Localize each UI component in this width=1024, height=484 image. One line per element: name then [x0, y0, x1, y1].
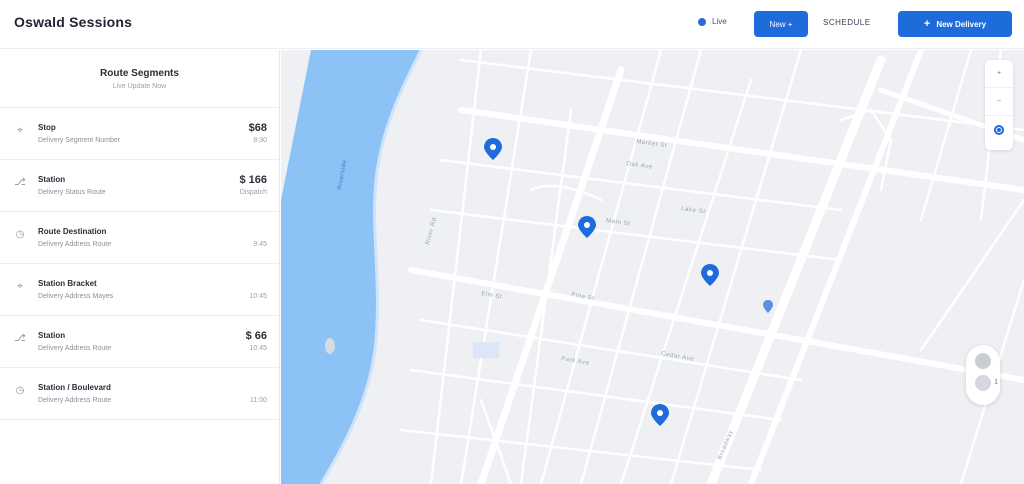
item-desc: Delivery Segment Number — [38, 137, 121, 144]
pin-icon: ⌖ — [17, 125, 23, 136]
item-desc: Delivery Address Route — [38, 397, 112, 404]
item-time: 11:00 — [250, 397, 267, 404]
plus-icon: + — [923, 18, 931, 30]
app-brand: Oswald Sessions — [14, 14, 133, 30]
park-block — [473, 342, 499, 358]
locate-icon — [994, 125, 1004, 135]
item-name: Station Bracket — [38, 279, 97, 288]
clock-icon: ◷ — [15, 385, 25, 396]
map-marker[interactable] — [763, 300, 773, 313]
item-desc: Delivery Status Route — [38, 189, 106, 196]
item-time: 8:30 — [253, 137, 267, 144]
list-item[interactable]: ◷ Route Destination Delivery Address Rou… — [0, 212, 279, 264]
clock-icon: ◷ — [15, 229, 25, 240]
zoom-out-button[interactable]: − — [985, 88, 1013, 116]
street-label: River Rd — [425, 217, 438, 246]
item-time: 10:45 — [249, 293, 267, 300]
major-roads — [408, 50, 1024, 484]
item-desc: Delivery Address Mayes — [38, 293, 114, 300]
schedule-link[interactable]: SCHEDULE — [823, 18, 871, 27]
route-icon: ⎇ — [14, 177, 26, 188]
cluster-count: 1 — [994, 379, 998, 386]
list-item[interactable]: ◷ Station / Boulevard Delivery Address R… — [0, 368, 279, 420]
map-marker[interactable] — [484, 138, 502, 160]
sidebar-subtitle: Live Update Now — [112, 83, 167, 90]
item-time: 9:45 — [253, 241, 267, 248]
item-time: Dispatch — [239, 189, 267, 196]
map-controls: + − — [985, 60, 1013, 150]
item-name: Station — [38, 331, 66, 340]
street-label: Park Ave — [561, 356, 590, 367]
item-amount: $ 66 — [245, 330, 267, 342]
sidebar-title: Route Segments — [100, 68, 179, 79]
new-button-label: New + — [769, 19, 793, 29]
item-time: 10:45 — [249, 345, 267, 352]
item-name: Station / Boulevard — [38, 383, 111, 392]
map-canvas: Market St Oak Ave Main St Elm St Pine St… — [281, 50, 1024, 484]
map-marker[interactable] — [578, 216, 596, 238]
zoom-in-button[interactable]: + — [985, 60, 1013, 88]
marker-cluster[interactable]: 1 — [966, 345, 1000, 405]
list-item[interactable]: ⎇ Station Delivery Address Route $ 66 10… — [0, 316, 279, 368]
new-delivery-label: New Delivery — [936, 19, 987, 29]
live-status: Live — [698, 17, 727, 26]
street-label: Lake St — [681, 206, 706, 215]
pin-icon: ⌖ — [17, 281, 23, 292]
island — [325, 338, 335, 354]
list-item[interactable]: ⎇ Station Delivery Status Route $ 166 Di… — [0, 160, 279, 212]
status-label: Live — [712, 17, 727, 26]
map-view[interactable]: Market St Oak Ave Main St Elm St Pine St… — [281, 50, 1024, 484]
list-item[interactable]: ⌖ Stop Delivery Segment Number $68 8:30 — [0, 108, 279, 160]
status-dot-icon — [698, 17, 706, 26]
street-label: Main St — [606, 218, 631, 227]
item-amount: $ 166 — [239, 174, 267, 186]
item-desc: Delivery Address Route — [38, 241, 112, 248]
item-name: Route Destination — [38, 227, 107, 236]
cluster-bubble — [975, 353, 991, 369]
sidebar-header: Route Segments Live Update Now — [0, 50, 279, 108]
item-name: Station — [38, 175, 66, 184]
route-sidebar: Route Segments Live Update Now ⌖ Stop De… — [0, 50, 280, 484]
new-delivery-button[interactable]: + New Delivery — [898, 11, 1012, 37]
street-label: Oak Ave — [626, 161, 653, 171]
item-name: Stop — [38, 123, 56, 132]
top-bar: Oswald Sessions Live New + SCHEDULE + Ne… — [0, 0, 1024, 49]
route-icon: ⎇ — [14, 333, 26, 344]
new-button[interactable]: New + — [754, 11, 808, 37]
item-desc: Delivery Address Route — [38, 345, 112, 352]
list-item[interactable]: ⌖ Station Bracket Delivery Address Mayes… — [0, 264, 279, 316]
locate-button[interactable] — [985, 116, 1013, 144]
item-amount: $68 — [248, 122, 267, 134]
river — [281, 50, 421, 484]
map-marker[interactable] — [701, 264, 719, 286]
map-marker[interactable] — [651, 404, 669, 426]
cluster-bubble — [975, 375, 991, 391]
